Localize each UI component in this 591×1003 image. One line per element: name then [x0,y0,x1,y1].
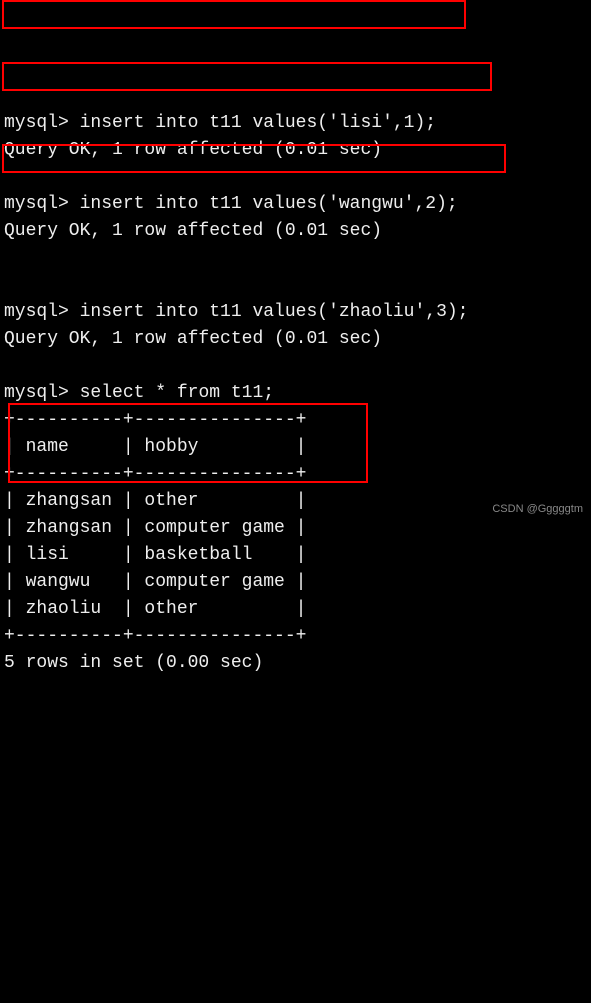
table-row: | zhaoliu | other | [4,599,306,619]
highlight-box [2,0,466,29]
table-row: | zhangsan | other | [4,491,306,511]
prompt: mysql> [4,194,69,214]
table-divider: +----------+---------------+ [4,626,306,646]
watermark: CSDN @Gggggtm [492,501,583,518]
sql-statement: insert into t11 values('wangwu',2); [80,194,458,214]
prompt: mysql> [4,383,69,403]
query-result: Query OK, 1 row affected (0.01 sec) [4,140,382,160]
query-result: Query OK, 1 row affected (0.01 sec) [4,329,382,349]
prompt: mysql> [4,302,69,322]
table-row: | lisi | basketball | [4,545,306,565]
prompt: mysql> [4,113,69,133]
query-result: Query OK, 1 row affected (0.01 sec) [4,221,382,241]
sql-statement: insert into t11 values('lisi',1); [80,113,436,133]
table-header: | name | hobby | [4,437,306,457]
sql-statement: insert into t11 values('zhaoliu',3); [80,302,469,322]
terminal-output: mysql> insert into t11 values('lisi',1);… [0,108,591,679]
sql-statement: select * from t11; [80,383,274,403]
table-divider: +----------+---------------+ [4,410,306,430]
highlight-box [2,62,492,91]
table-divider: +----------+---------------+ [4,464,306,484]
table-row: | zhangsan | computer game | [4,518,306,538]
rows-in-set: 5 rows in set (0.00 sec) [4,653,263,673]
table-row: | wangwu | computer game | [4,572,306,592]
